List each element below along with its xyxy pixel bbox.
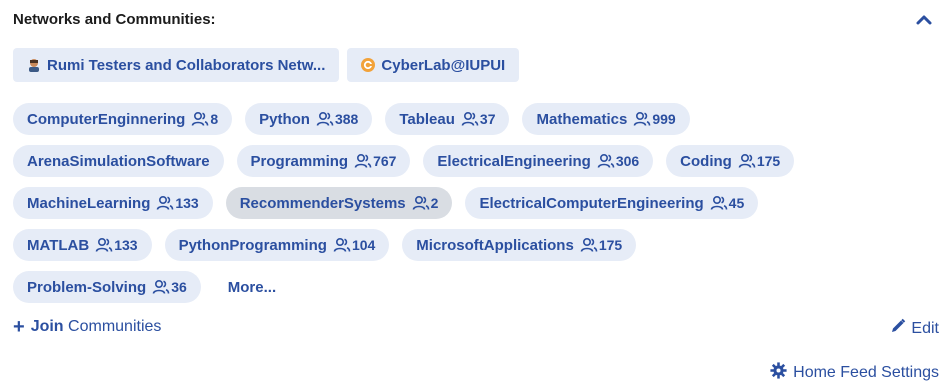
member-count: 388 bbox=[316, 111, 358, 127]
plus-icon: + bbox=[13, 316, 25, 338]
member-count: 37 bbox=[461, 111, 495, 127]
pencil-icon bbox=[890, 318, 906, 339]
tag-label: Mathematics bbox=[536, 110, 628, 128]
users-icon bbox=[710, 195, 727, 210]
tag-label: PythonProgramming bbox=[178, 236, 327, 254]
community-tag[interactable]: ArenaSimulationSoftware bbox=[13, 145, 224, 177]
more-link[interactable]: More... bbox=[214, 271, 290, 303]
communities-label: Communities bbox=[68, 318, 162, 335]
edit-label: Edit bbox=[911, 319, 939, 337]
network-pill-rumi[interactable]: Rumi Testers and Collaborators Netw... bbox=[13, 48, 340, 82]
community-tag[interactable]: ComputerEnginnering 8 bbox=[13, 103, 233, 135]
users-icon bbox=[152, 279, 170, 294]
edit-button[interactable]: Edit bbox=[890, 318, 939, 339]
users-icon bbox=[461, 111, 479, 126]
community-tag-active[interactable]: RecommenderSystems 2 bbox=[225, 187, 453, 219]
tag-label: MachineLearning bbox=[27, 194, 151, 212]
member-count: 175 bbox=[738, 153, 780, 169]
users-icon bbox=[192, 111, 209, 126]
section-title: Networks and Communities: bbox=[13, 11, 216, 28]
tag-row: MATLAB 133 PythonProgramming 104 Microso… bbox=[13, 229, 933, 261]
community-tag-list: ComputerEnginnering 8 Python 388 Tableau… bbox=[13, 103, 933, 313]
users-icon bbox=[634, 111, 651, 126]
tag-label: MicrosoftApplications bbox=[416, 236, 574, 254]
tag-row: ComputerEnginnering 8 Python 388 Tableau… bbox=[13, 103, 933, 135]
community-tag[interactable]: MicrosoftApplications 175 bbox=[402, 229, 637, 261]
community-tag[interactable]: ElectricalEngineering 306 bbox=[423, 145, 654, 177]
tag-label: ElectricalComputerEngineering bbox=[479, 194, 704, 212]
member-count: 999 bbox=[633, 111, 676, 127]
community-tag[interactable]: PythonProgramming 104 bbox=[164, 229, 390, 261]
network-pill-cyberlab[interactable]: CyberLab@IUPUI bbox=[347, 48, 520, 82]
community-tag[interactable]: ElectricalComputerEngineering 45 bbox=[465, 187, 759, 219]
section-header: Networks and Communities: bbox=[13, 10, 939, 30]
member-count: 45 bbox=[710, 195, 744, 211]
community-tag[interactable]: MachineLearning 133 bbox=[13, 187, 213, 219]
tag-label: MATLAB bbox=[27, 236, 90, 254]
join-communities-link[interactable]: + Join Communities bbox=[13, 316, 162, 338]
avatar-icon bbox=[27, 58, 41, 72]
tag-label: Programming bbox=[250, 152, 349, 170]
users-icon bbox=[580, 237, 598, 252]
member-count: 8 bbox=[191, 111, 218, 127]
tag-row: Problem-Solving 36 More... bbox=[13, 271, 933, 303]
gear-icon bbox=[770, 362, 787, 384]
tag-label: Problem-Solving bbox=[27, 278, 147, 296]
community-tag[interactable]: Tableau 37 bbox=[385, 103, 510, 135]
member-count: 133 bbox=[95, 237, 138, 253]
tag-label: ArenaSimulationSoftware bbox=[27, 152, 210, 170]
network-label: CyberLab@IUPUI bbox=[381, 56, 506, 74]
member-count: 104 bbox=[333, 237, 375, 253]
home-feed-settings-link[interactable]: Home Feed Settings bbox=[770, 362, 939, 384]
community-tag[interactable]: MATLAB 133 bbox=[13, 229, 152, 261]
member-count: 306 bbox=[597, 153, 639, 169]
users-icon bbox=[738, 153, 756, 168]
member-count: 133 bbox=[156, 195, 199, 211]
settings-label: Home Feed Settings bbox=[793, 364, 939, 381]
tag-row: ArenaSimulationSoftware Programming 767 … bbox=[13, 145, 933, 177]
member-count: 767 bbox=[354, 153, 396, 169]
tag-label: Python bbox=[259, 110, 310, 128]
community-tag[interactable]: Mathematics 999 bbox=[522, 103, 690, 135]
users-icon bbox=[354, 153, 372, 168]
member-count: 175 bbox=[580, 237, 622, 253]
join-label: Join bbox=[30, 318, 64, 335]
tag-label: Tableau bbox=[399, 110, 455, 128]
cyberlab-logo-icon bbox=[361, 58, 376, 72]
tag-label: ComputerEnginnering bbox=[27, 110, 186, 128]
users-icon bbox=[316, 111, 334, 126]
users-icon bbox=[412, 195, 429, 210]
users-icon bbox=[157, 195, 174, 210]
tag-row: MachineLearning 133 RecommenderSystems 2… bbox=[13, 187, 933, 219]
tag-label: RecommenderSystems bbox=[239, 194, 406, 212]
tag-label: ElectricalEngineering bbox=[437, 152, 591, 170]
member-count: 36 bbox=[152, 279, 187, 295]
chevron-up-icon[interactable] bbox=[913, 10, 935, 30]
community-tag[interactable]: Coding 175 bbox=[666, 145, 795, 177]
community-tag[interactable]: Python 388 bbox=[245, 103, 373, 135]
users-icon bbox=[333, 237, 351, 252]
users-icon bbox=[95, 237, 113, 252]
network-label: Rumi Testers and Collaborators Netw... bbox=[47, 56, 326, 74]
network-list: Rumi Testers and Collaborators Netw... C… bbox=[13, 48, 520, 82]
community-tag[interactable]: Problem-Solving 36 bbox=[13, 271, 201, 303]
member-count: 2 bbox=[412, 195, 438, 211]
community-tag[interactable]: Programming 767 bbox=[236, 145, 411, 177]
users-icon bbox=[597, 153, 615, 168]
tag-label: Coding bbox=[680, 152, 732, 170]
